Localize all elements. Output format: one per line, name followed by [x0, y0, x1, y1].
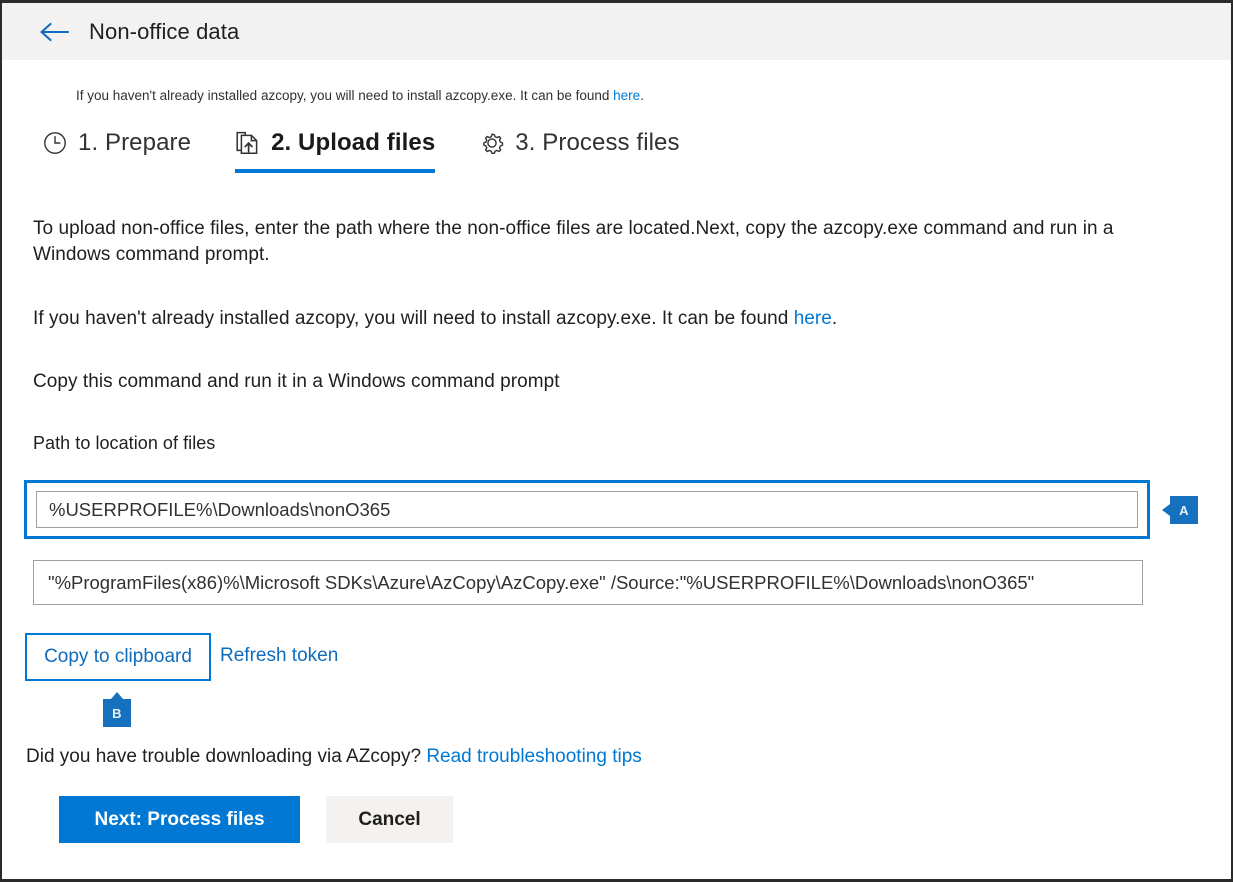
upload-file-icon [235, 130, 261, 156]
path-field-label: Path to location of files [33, 430, 633, 456]
page-title: Non-office data [89, 19, 239, 45]
copy-instruction-paragraph: Copy this command and run it in a Window… [33, 369, 1123, 395]
tab-prepare[interactable]: 1. Prepare [42, 129, 191, 173]
install-paragraph-text: If you haven't already installed azcopy,… [33, 308, 794, 329]
intro-paragraph: To upload non-office files, enter the pa… [33, 216, 1123, 268]
install-paragraph: If you haven't already installed azcopy,… [33, 306, 1123, 332]
tab-upload-files-label: 2. Upload files [271, 129, 435, 157]
cancel-button[interactable]: Cancel [326, 796, 453, 843]
banner-note: If you haven't already installed azcopy,… [76, 88, 644, 103]
next-process-files-button[interactable]: Next: Process files [59, 796, 300, 843]
troubleshooting-text: Did you have trouble downloading via AZc… [26, 746, 426, 767]
tab-upload-files[interactable]: 2. Upload files [235, 129, 435, 173]
tab-prepare-label: 1. Prepare [78, 129, 191, 157]
non-office-data-wizard: Non-office data If you haven't already i… [0, 0, 1233, 882]
azcopy-command-input[interactable] [33, 560, 1143, 605]
tab-process-files[interactable]: 3. Process files [479, 129, 679, 173]
path-input[interactable] [36, 491, 1138, 528]
troubleshooting-tips-link[interactable]: Read troubleshooting tips [426, 746, 641, 767]
banner-note-suffix: . [640, 88, 644, 103]
gear-icon [479, 130, 505, 156]
banner-here-link[interactable]: here [613, 88, 640, 103]
callout-badge-b: B [103, 699, 131, 727]
troubleshooting-row: Did you have trouble downloading via AZc… [26, 746, 642, 768]
install-here-link[interactable]: here [794, 308, 832, 329]
back-arrow-icon[interactable] [39, 21, 69, 43]
wizard-tabs: 1. Prepare 2. Upload files 3. Process fi… [42, 129, 724, 173]
install-paragraph-suffix: . [832, 308, 837, 329]
page-header: Non-office data [2, 3, 1231, 60]
copy-to-clipboard-button[interactable]: Copy to clipboard [25, 633, 211, 681]
tab-process-files-label: 3. Process files [515, 129, 679, 157]
clock-icon [42, 130, 68, 156]
callout-badge-a: A [1170, 496, 1198, 524]
banner-note-text: If you haven't already installed azcopy,… [76, 88, 613, 103]
path-input-focus-ring [24, 480, 1150, 539]
refresh-token-link[interactable]: Refresh token [220, 645, 338, 667]
